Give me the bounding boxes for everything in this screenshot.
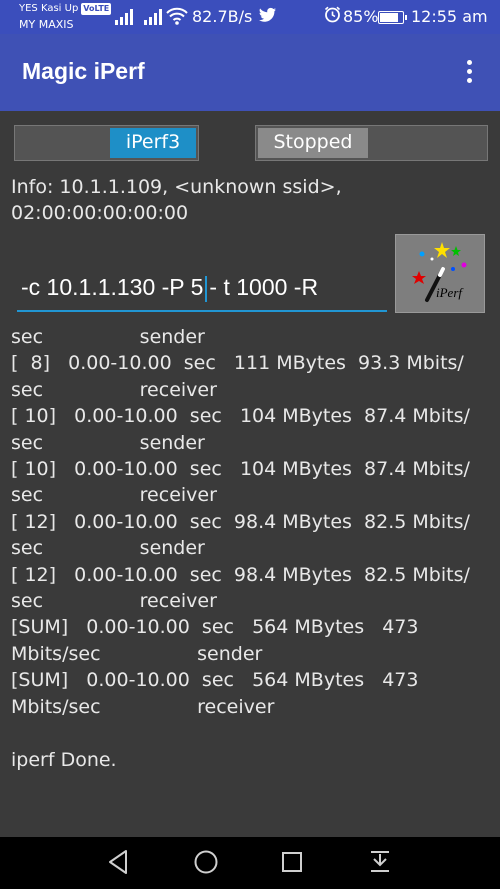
signal-icon-1 xyxy=(115,9,133,25)
volte-badge: VoLTE xyxy=(81,3,112,15)
output-line: sec sender xyxy=(11,537,205,560)
output-line: sec receiver xyxy=(11,484,217,507)
home-icon[interactable] xyxy=(193,849,219,875)
carrier-secondary: MY MAXIS xyxy=(19,18,74,31)
wifi-icon xyxy=(166,7,188,25)
battery-percentage: 85% xyxy=(343,7,379,26)
output-line: sec receiver xyxy=(11,378,217,401)
command-text-before: -c 10.1.1.130 -P 5 xyxy=(21,274,204,300)
battery-level xyxy=(380,13,399,22)
magic-wand-icon: iPerf xyxy=(412,242,467,302)
status-bar: YES Kasi Up VoLTE MY MAXIS 82.7B/s 85% 12… xyxy=(0,0,500,34)
notification-pull-icon[interactable] xyxy=(368,849,392,875)
output-line: sec sender xyxy=(11,431,205,454)
text-cursor xyxy=(205,275,208,302)
iperf-output-log: sec sender [ 8] 0.00-10.00 sec 111 MBytes… xyxy=(11,324,497,773)
output-line: sec sender xyxy=(11,326,205,348)
run-state-toggle[interactable]: Stopped xyxy=(255,125,488,161)
twitter-icon xyxy=(259,7,277,27)
network-speed: 82.7B/s xyxy=(192,7,253,26)
iperf-version-toggle[interactable]: iPerf3 xyxy=(14,125,199,161)
output-line: [ 10] 0.00-10.00 sec 104 MBytes 87.4 Mbi… xyxy=(11,458,470,481)
overflow-menu-icon[interactable] xyxy=(462,60,476,86)
iperf-command-input[interactable]: -c 10.1.1.130 -P 5- t 1000 -R xyxy=(17,268,387,312)
recents-icon[interactable] xyxy=(281,851,303,873)
iperf-version-label: iPerf3 xyxy=(110,128,196,158)
svg-text:iPerf: iPerf xyxy=(436,285,464,300)
run-state-label: Stopped xyxy=(258,128,368,158)
output-line: Mbits/sec sender xyxy=(11,642,263,665)
connection-info: Info: 10.1.1.109, <unknown ssid>, 02:00:… xyxy=(11,176,342,224)
run-iperf-button[interactable]: iPerf xyxy=(395,234,485,313)
output-line: Mbits/sec receiver xyxy=(11,695,275,718)
command-text-after: - t 1000 -R xyxy=(209,274,319,300)
output-line: [ 12] 0.00-10.00 sec 98.4 MBytes 82.5 Mb… xyxy=(11,563,470,586)
app-title: Magic iPerf xyxy=(22,58,145,84)
app-bar: Magic iPerf xyxy=(0,34,500,111)
signal-icon-2 xyxy=(144,9,162,25)
output-line: [SUM] 0.00-10.00 sec 564 MBytes 473 xyxy=(11,669,419,692)
output-line: sec receiver xyxy=(11,590,217,613)
output-line: iperf Done. xyxy=(11,748,117,771)
output-line: [ 8] 0.00-10.00 sec 111 MBytes 93.3 Mbit… xyxy=(11,352,464,375)
carrier-primary: YES Kasi Up VoLTE xyxy=(19,3,112,15)
alarm-icon xyxy=(324,6,341,27)
back-icon[interactable] xyxy=(106,849,130,875)
output-line: [ 12] 0.00-10.00 sec 98.4 MBytes 82.5 Mb… xyxy=(11,510,470,533)
battery-icon xyxy=(378,11,407,24)
navigation-bar xyxy=(0,837,500,889)
output-line: [SUM] 0.00-10.00 sec 564 MBytes 473 xyxy=(11,616,419,639)
status-time: 12:55 am xyxy=(411,7,488,26)
output-line: [ 10] 0.00-10.00 sec 104 MBytes 87.4 Mbi… xyxy=(11,405,470,428)
